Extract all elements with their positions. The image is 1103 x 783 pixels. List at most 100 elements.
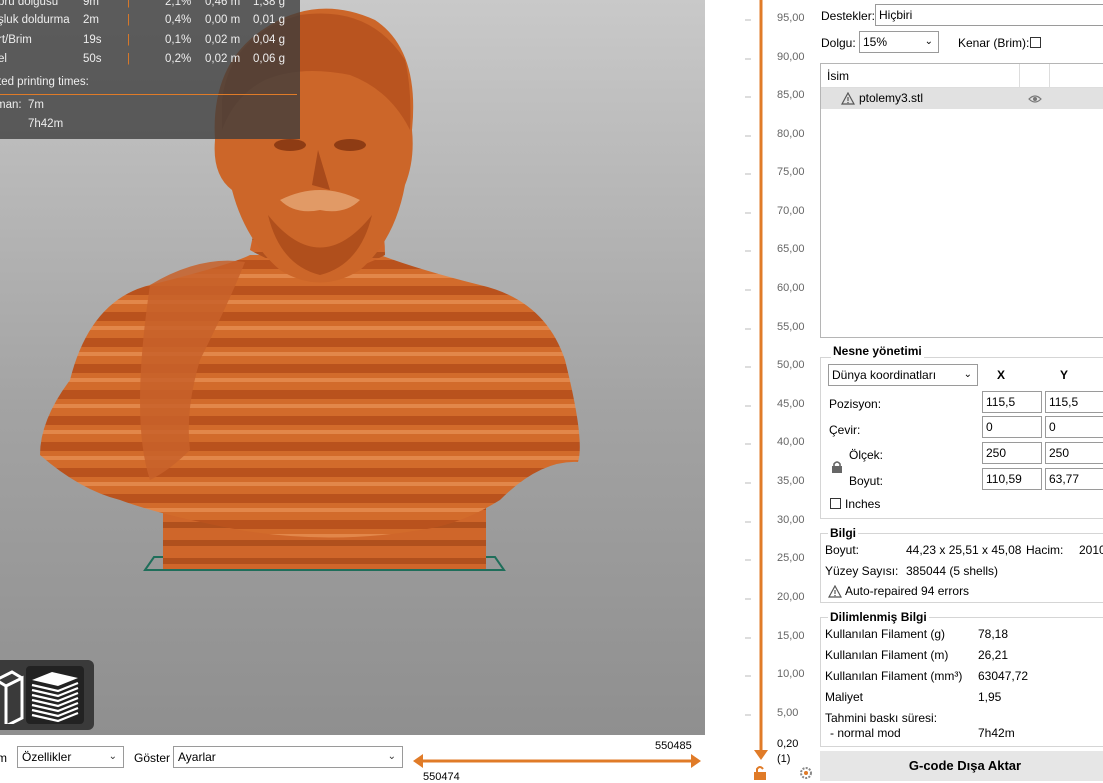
auto-repaired-text: Auto-repaired 94 errors <box>845 584 970 598</box>
infill-select[interactable]: 15% ⌄ <box>859 31 939 53</box>
cost-value: 1,95 <box>978 690 1002 704</box>
3d-viewport[interactable]: pru dolgusu 9m | 2,1% 0,46 m 1,38 g şluk… <box>0 0 705 735</box>
mode-label: man: <box>0 99 22 111</box>
tick-label: 25,00 <box>777 552 805 564</box>
view-type-value: Özellikler <box>22 750 72 764</box>
tick-label: 20,00 <box>777 591 805 603</box>
object-row[interactable]: ptolemy3.stl <box>821 88 1103 109</box>
tick-label: 35,00 <box>777 475 805 487</box>
estimated-times-title: ted printing times: <box>0 76 89 88</box>
tick-label: 95,00 <box>777 12 805 24</box>
tick-label: 65,00 <box>777 243 805 255</box>
infill-value: 15% <box>863 35 888 49</box>
scale-x-field[interactable]: 250 <box>982 442 1042 464</box>
normal-mode-label: - normal mod <box>830 726 901 740</box>
est-time-label: Tahmini baskı süresi: <box>825 711 938 725</box>
filament-g-value: 78,18 <box>978 627 1009 641</box>
tick-label: 10,00 <box>777 668 805 680</box>
mode-time: 7m <box>28 99 44 111</box>
info-title: Bilgi <box>828 526 858 540</box>
object-management-title: Nesne yönetimi <box>831 344 924 358</box>
tick-label: 30,00 <box>777 514 805 526</box>
lock-icon[interactable] <box>753 765 767 781</box>
rotate-y-field[interactable]: 0 <box>1045 416 1103 438</box>
hslider-lower-value: 550474 <box>423 771 460 783</box>
settings-cog-icon[interactable] <box>799 766 813 780</box>
filament-mm3-value: 63047,72 <box>978 669 1029 683</box>
view-layers-button[interactable] <box>26 666 84 724</box>
chevron-down-icon: ⌄ <box>108 751 117 762</box>
object-list-header: İsim <box>821 64 1103 88</box>
inches-label: Inches <box>845 497 881 511</box>
sliced-info-title: Dilimlenmiş Bilgi <box>828 610 929 624</box>
layer-slider-track <box>745 0 768 760</box>
stat-row: el 50s | 0,2% 0,02 m 0,06 g <box>0 53 285 65</box>
stat-row: pru dolgusu 9m | 2,1% 0,46 m 1,38 g <box>0 0 285 8</box>
layer-height-value: 0,20 <box>777 738 799 750</box>
axis-y-header: Y <box>1060 368 1069 382</box>
column-name-header[interactable]: İsim <box>827 69 849 83</box>
scale-label: Ölçek: <box>849 448 884 462</box>
tick-label: 45,00 <box>777 398 805 410</box>
filament-g-label: Kullanılan Filament (g) <box>825 627 946 641</box>
normal-mode-value: 7h42m <box>978 726 1015 740</box>
info-size-label: Boyut: <box>825 543 860 557</box>
rotate-x-field[interactable]: 0 <box>982 416 1042 438</box>
inches-checkbox[interactable] <box>830 498 841 509</box>
show-select[interactable]: Ayarlar ⌄ <box>173 746 403 768</box>
tick-label: 60,00 <box>777 282 805 294</box>
brim-checkbox[interactable] <box>1030 37 1041 48</box>
tick-label: 50,00 <box>777 359 805 371</box>
size-label: Boyut: <box>849 474 884 488</box>
size-x-field[interactable]: 110,59 <box>982 468 1042 490</box>
preview-toolbar: m Özellikler ⌄ Göster Ayarlar ⌄ 550485 5… <box>0 735 705 783</box>
brim-label: Kenar (Brim): <box>958 36 1030 50</box>
tick-label: 85,00 <box>777 89 805 101</box>
object-name: ptolemy3.stl <box>859 91 924 105</box>
tick-label: 80,00 <box>777 128 805 140</box>
show-value: Ayarlar <box>178 750 216 764</box>
divider <box>0 94 297 95</box>
total-time: 7h42m <box>28 118 64 130</box>
info-volume-value: 2010 <box>1079 543 1103 557</box>
model-shoulders <box>40 255 580 538</box>
layers-icon <box>31 672 79 723</box>
object-list[interactable]: İsim ptolemy3.stl <box>820 63 1103 338</box>
show-label: Göster <box>134 751 171 765</box>
supports-select[interactable]: Hiçbiri <box>875 4 1103 26</box>
supports-value: Hiçbiri <box>879 8 913 22</box>
position-label: Pozisyon: <box>829 397 882 411</box>
export-gcode-button[interactable]: G-code Dışa Aktar <box>820 751 1103 781</box>
hslider-upper-value: 550485 <box>655 740 692 752</box>
horizontal-move-slider[interactable]: 550485 550474 <box>413 739 703 783</box>
stat-row: şluk doldurma 2m | 0,4% 0,00 m 0,01 g <box>0 14 285 26</box>
tick-label: 90,00 <box>777 51 805 63</box>
tick-label: 40,00 <box>777 436 805 448</box>
chevron-down-icon: ⌄ <box>924 36 933 47</box>
column-divider <box>1049 64 1050 87</box>
info-size-value: 44,23 x 25,51 x 45,08 <box>906 543 1022 557</box>
filament-mm3-label: Kullanılan Filament (mm³) <box>825 669 963 683</box>
size-y-field[interactable]: 63,77 <box>1045 468 1103 490</box>
eye-icon[interactable] <box>1028 94 1042 104</box>
layer-index-value: (1) <box>777 753 791 765</box>
view-type-select[interactable]: Özellikler ⌄ <box>17 746 124 768</box>
scale-y-field[interactable]: 250 <box>1045 442 1103 464</box>
filament-m-value: 26,21 <box>978 648 1009 662</box>
supports-label: Destekler: <box>821 9 876 23</box>
layer-slider[interactable]: 95,00 90,00 85,00 80,00 75,00 70,00 65,0… <box>705 0 818 781</box>
position-x-field[interactable]: 115,5 <box>982 391 1042 413</box>
lock-icon[interactable] <box>831 460 843 474</box>
filament-m-label: Kullanılan Filament (m) <box>825 648 949 662</box>
chevron-down-icon: ⌄ <box>387 751 396 762</box>
axis-x-header: X <box>997 368 1006 382</box>
tick-label: 15,00 <box>777 630 805 642</box>
coordinate-system-select[interactable]: Dünya koordinatları ⌄ <box>828 364 978 386</box>
info-facets-value: 385044 (5 shells) <box>906 564 999 578</box>
warning-icon <box>841 92 855 105</box>
tick-label: 5,00 <box>777 707 799 719</box>
position-y-field[interactable]: 115,5 <box>1045 391 1103 413</box>
rotate-label: Çevir: <box>829 423 861 437</box>
info-facets-label: Yüzey Sayısı: <box>825 564 899 578</box>
warning-icon <box>828 585 842 598</box>
